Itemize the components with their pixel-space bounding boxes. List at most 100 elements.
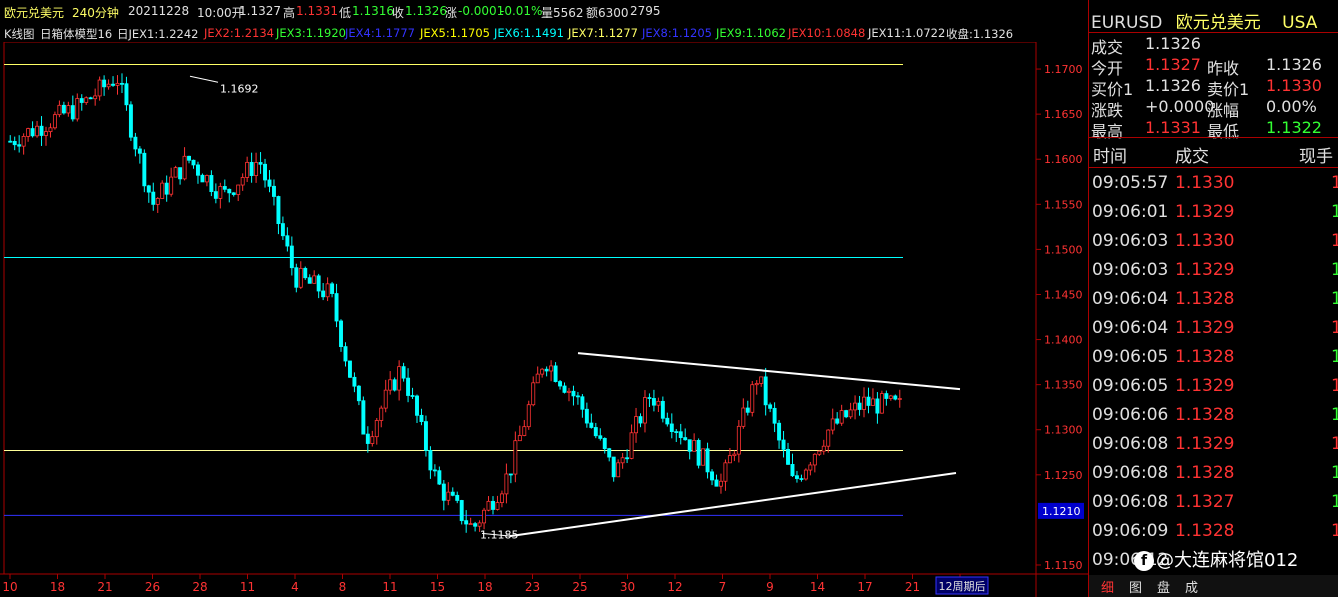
candle-body xyxy=(240,177,245,186)
tab-4[interactable]: 成 xyxy=(1185,577,1198,596)
candle-body xyxy=(437,470,442,485)
annotation-low: 1.1185 xyxy=(480,528,519,541)
candle-body xyxy=(862,396,866,410)
candle-body xyxy=(781,439,786,450)
tick-qty: 1 xyxy=(1331,521,1338,541)
candle-body xyxy=(26,128,31,137)
tick-price: 1.1329 xyxy=(1175,202,1235,222)
tick-price: 1.1328 xyxy=(1175,521,1235,541)
high-value: 1.1331 xyxy=(296,4,338,18)
candle-body xyxy=(231,192,236,195)
ticks-header-price: 成交 xyxy=(1175,147,1209,167)
open-value: 1.1327 xyxy=(239,4,281,18)
candle-body xyxy=(531,382,536,406)
tab-2[interactable]: 图 xyxy=(1129,577,1142,596)
tick-row[interactable]: 09:06:05 1.1328 1 xyxy=(1089,343,1338,372)
candle-body xyxy=(115,82,120,86)
candle-body xyxy=(204,175,209,183)
candle-body xyxy=(455,494,460,501)
candle-body xyxy=(808,464,813,471)
tick-row[interactable]: 09:06:05 1.1329 1 xyxy=(1089,372,1338,401)
candle-body xyxy=(499,493,504,503)
candle-body xyxy=(263,163,267,181)
candle-body xyxy=(567,390,571,393)
tick-row[interactable]: 09:06:08 1.1328 1 xyxy=(1089,459,1338,488)
candlestick-chart[interactable]: 1.1700 1.1650 1.1600 1.1550 1.1500 1.1450 1.14… xyxy=(0,42,1088,597)
tab-1[interactable]: 细 xyxy=(1101,577,1114,596)
candle-body xyxy=(750,384,755,413)
change-pct: -0.01% xyxy=(500,4,543,18)
tick-row[interactable]: 09:06:04 1.1329 1 xyxy=(1089,314,1338,343)
candle-body xyxy=(146,185,151,193)
candle-body xyxy=(88,97,93,100)
candle-body xyxy=(307,277,312,284)
tick-row[interactable]: 09:06:03 1.1330 1 xyxy=(1089,227,1338,256)
volume: 量5562 xyxy=(541,6,584,20)
x-tick-label: 11 xyxy=(240,580,255,594)
candle-body xyxy=(754,383,759,386)
y-tick-label: 1.1450 xyxy=(1044,288,1083,301)
candle-body xyxy=(196,164,200,176)
candle-body xyxy=(441,483,446,501)
indicator-4: JEX2:1.2134 xyxy=(204,26,274,40)
x-tick-label: 18 xyxy=(477,580,492,594)
candle-body xyxy=(401,366,406,379)
candle-body xyxy=(352,376,357,387)
candle-body xyxy=(8,140,13,143)
close-label: 收 xyxy=(392,6,405,20)
low-value: 1.1316 xyxy=(352,4,394,18)
y-tick-label: 1.1300 xyxy=(1044,424,1083,437)
candle-body xyxy=(30,128,35,137)
candle-body xyxy=(356,385,361,402)
candle-body xyxy=(298,267,303,288)
tick-row[interactable]: 09:06:01 1.1329 1 xyxy=(1089,198,1338,227)
x-tick-label: 12 xyxy=(667,580,682,594)
quote-v2: 1.1326 xyxy=(1266,55,1322,74)
candle-body xyxy=(66,105,71,114)
tick-row[interactable]: 09:06:08 1.1329 1 xyxy=(1089,430,1338,459)
quote-row: 涨跌 +0.0000 涨幅 0.00% xyxy=(1089,97,1338,120)
tick-row[interactable]: 09:06:09 1.1328 1 xyxy=(1089,517,1338,546)
candle-body xyxy=(245,161,250,178)
plot-frame xyxy=(3,42,1037,575)
candle-body xyxy=(799,478,804,480)
tick-time: 09:05:57 xyxy=(1092,173,1169,193)
candle-body xyxy=(513,440,518,475)
candle-body xyxy=(575,395,580,398)
candle-body xyxy=(794,475,799,479)
candle-body xyxy=(853,402,858,411)
candle-body xyxy=(714,479,719,487)
candle-body xyxy=(835,418,840,424)
tick-qty: 1 xyxy=(1331,347,1338,367)
candle-body xyxy=(446,491,451,501)
quote-v1: 1.1327 xyxy=(1145,55,1201,74)
ticks-header-qty: 现手 xyxy=(1299,147,1333,167)
candle-body xyxy=(723,462,728,482)
quote-v2: 0.00% xyxy=(1266,97,1317,116)
indicator-10: JEX8:1.1205 xyxy=(642,26,712,40)
candle-body xyxy=(607,448,612,458)
tick-row[interactable]: 09:06:04 1.1328 1 xyxy=(1089,285,1338,314)
candle-body xyxy=(777,422,782,441)
candle-body xyxy=(558,381,563,387)
candle-body xyxy=(249,161,254,176)
trendline-lower xyxy=(509,472,957,538)
tick-qty: 1 xyxy=(1331,492,1338,512)
candle-body xyxy=(464,520,469,525)
indicator-3: 日JEX1:1.2242 xyxy=(117,27,199,41)
x-tick-label: 17 xyxy=(857,580,872,594)
tick-row[interactable]: 09:06:03 1.1329 1 xyxy=(1089,256,1338,285)
period-label[interactable]: 240分钟 xyxy=(72,4,119,21)
tick-row[interactable]: 09:05:57 1.1330 1 xyxy=(1089,169,1338,198)
indicator-7: JEX5:1.1705 xyxy=(420,26,490,40)
tick-row[interactable]: 09:06:06 1.1328 1 xyxy=(1089,401,1338,430)
candle-body xyxy=(200,174,205,183)
panel-extra: USA xyxy=(1282,13,1318,33)
tick-price: 1.1329 xyxy=(1175,318,1235,338)
tick-qty: 1 xyxy=(1331,202,1338,222)
tick-row[interactable]: 09:06:08 1.1327 1 xyxy=(1089,488,1338,517)
indicator-6: JEX4:1.1777 xyxy=(345,26,415,40)
candle-body xyxy=(169,176,174,195)
tab-3[interactable]: 盘 xyxy=(1157,577,1170,596)
candle-body xyxy=(187,155,191,161)
